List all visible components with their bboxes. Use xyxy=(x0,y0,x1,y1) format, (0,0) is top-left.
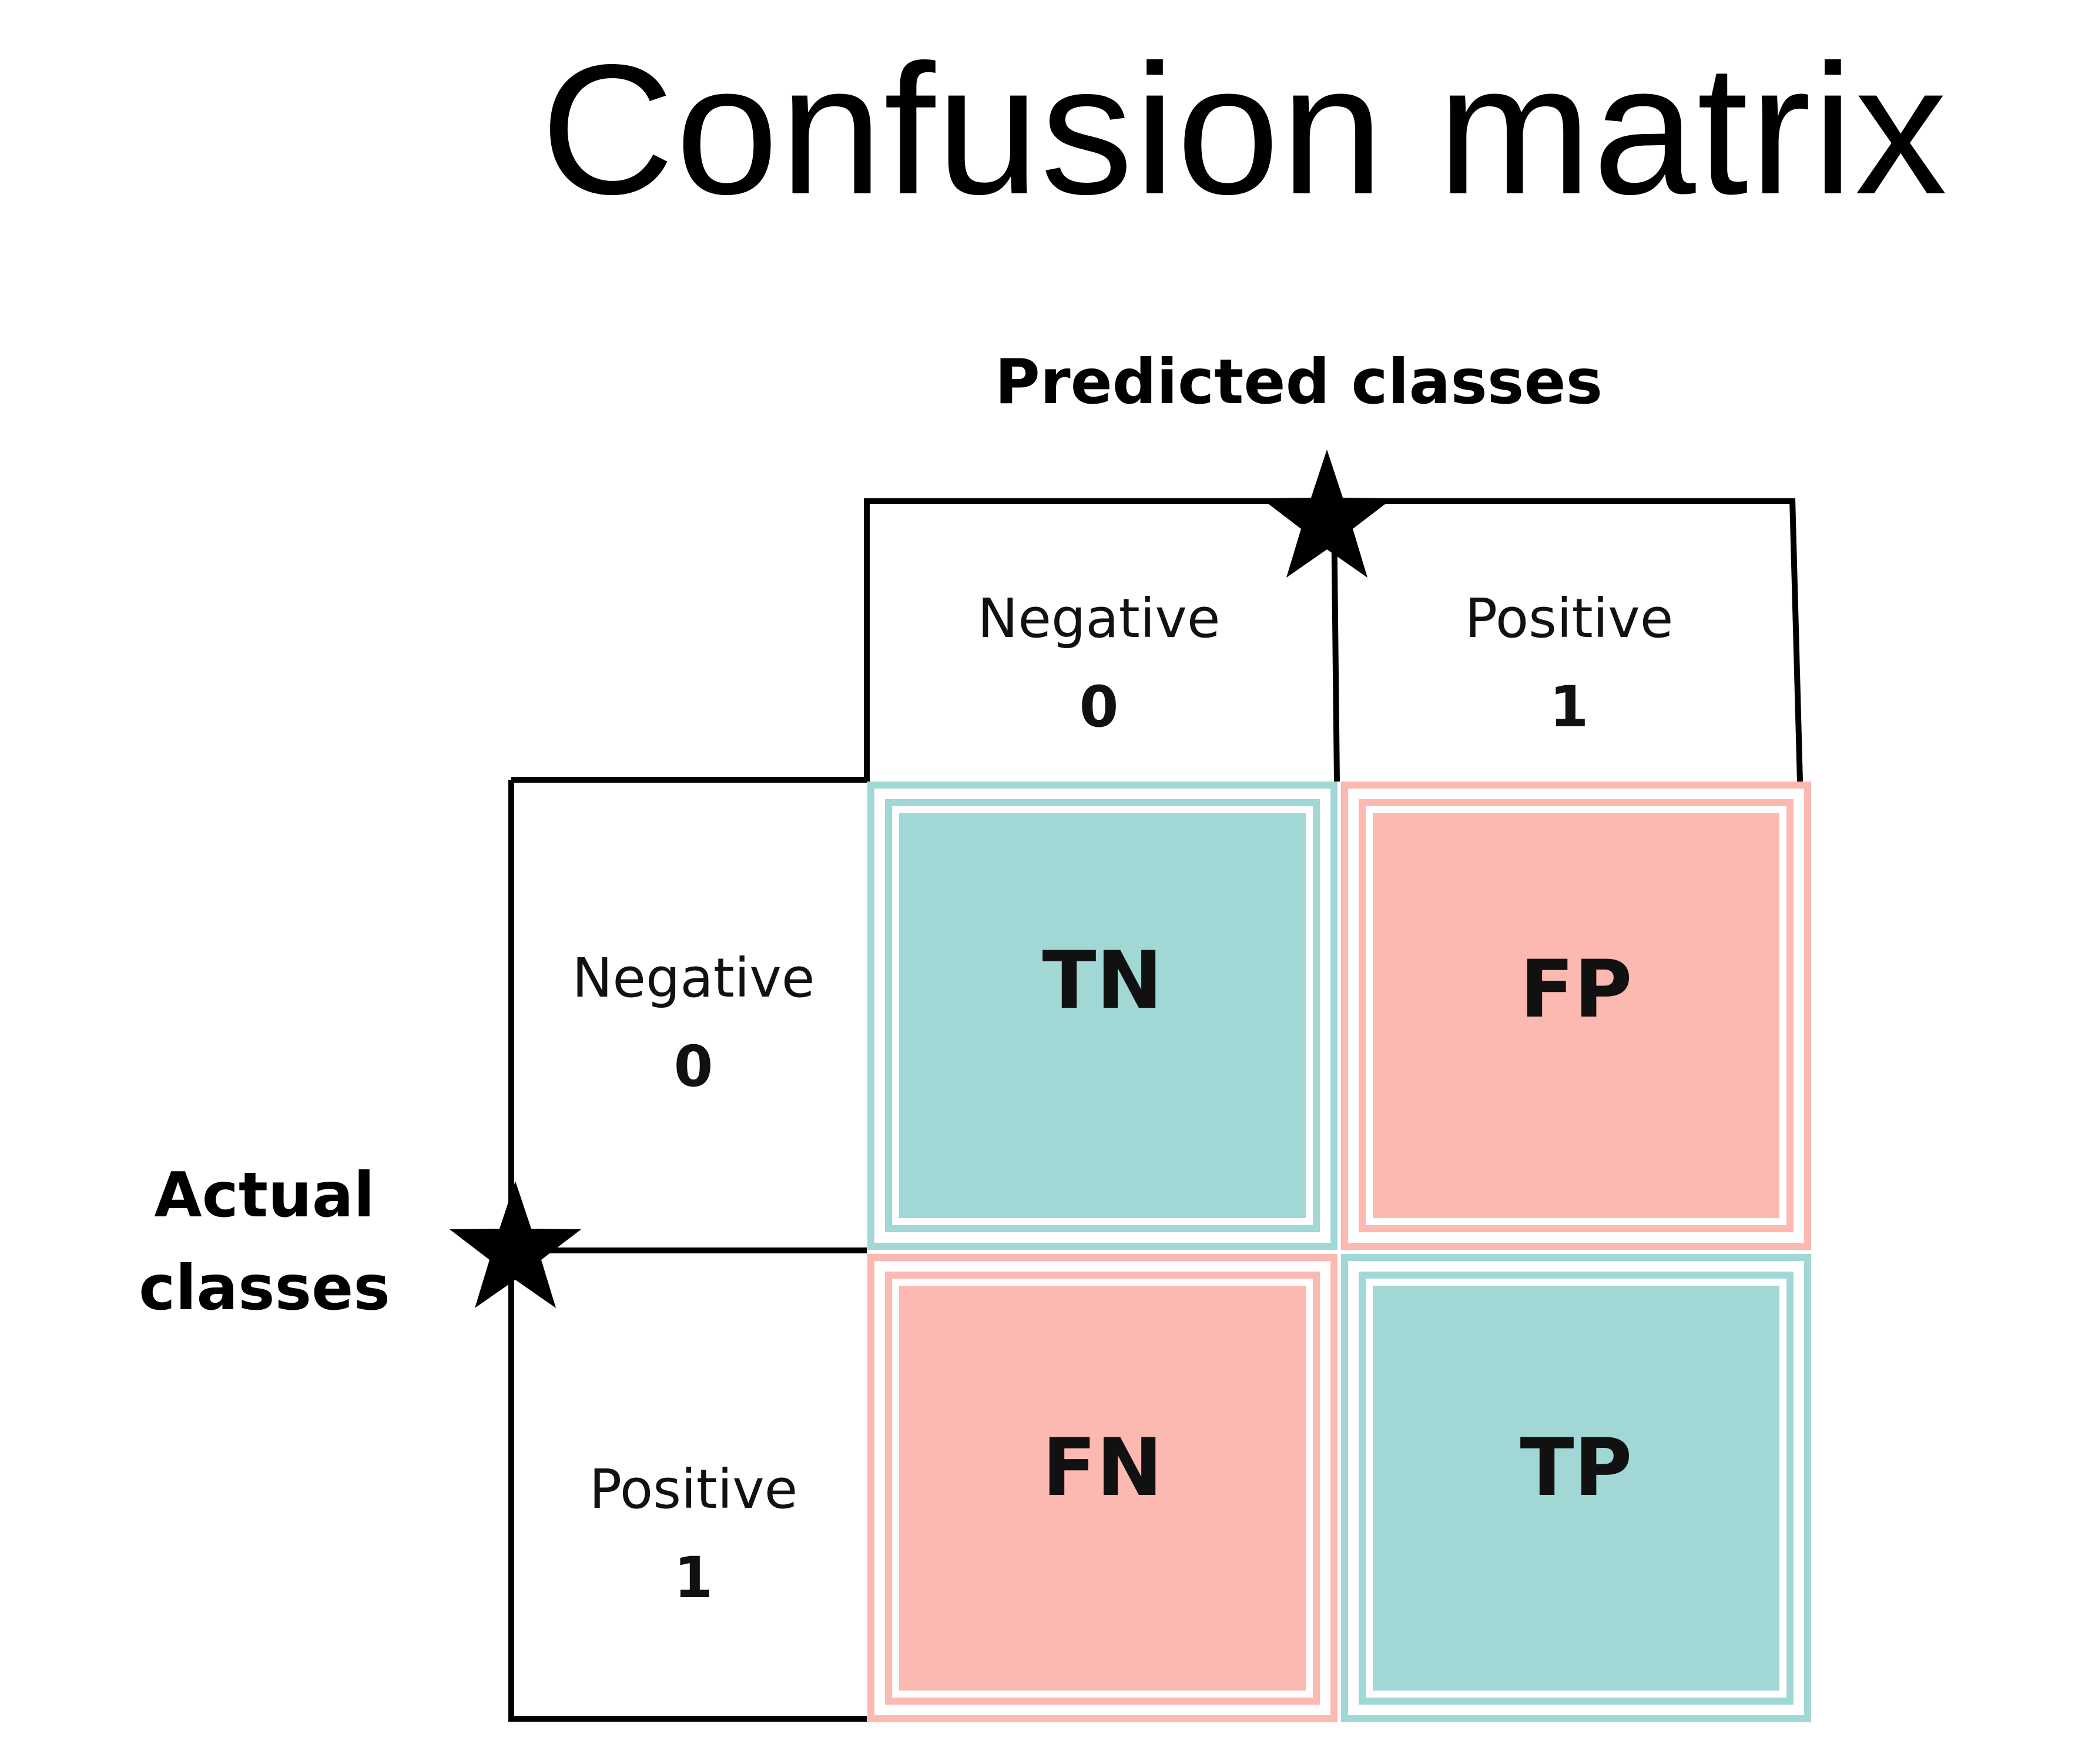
frame-line-top-right xyxy=(1789,498,1803,782)
predicted-class-code: 0 xyxy=(1079,674,1119,740)
matrix-cell-label: FP xyxy=(1520,943,1632,1035)
actual-class-name: Negative xyxy=(572,947,815,1010)
star-icon xyxy=(450,1181,581,1308)
actual-class-positive: Positive 1 xyxy=(529,1446,858,1622)
actual-class-code: 1 xyxy=(673,1545,713,1611)
matrix-cell-label: FN xyxy=(1042,1421,1163,1514)
star-icon xyxy=(1261,450,1393,578)
predicted-class-positive: Positive 1 xyxy=(1352,575,1786,751)
matrix-cell-fn: FN xyxy=(867,1254,1337,1722)
actual-class-name: Positive xyxy=(589,1458,798,1521)
matrix-cell-tp: TP xyxy=(1341,1254,1811,1722)
predicted-class-code: 1 xyxy=(1549,674,1589,740)
matrix-cell-tn: TN xyxy=(867,782,1337,1250)
predicted-class-name: Negative xyxy=(977,587,1221,650)
matrix-cell-fp: FP xyxy=(1341,782,1811,1250)
matrix-cell-label: TP xyxy=(1520,1421,1632,1514)
actual-class-negative: Negative 0 xyxy=(529,934,858,1111)
predicted-class-name: Positive xyxy=(1464,587,1674,650)
actual-class-code: 0 xyxy=(673,1034,713,1099)
predicted-class-negative: Negative 0 xyxy=(881,575,1316,751)
matrix-cell-label: TN xyxy=(1042,934,1163,1027)
